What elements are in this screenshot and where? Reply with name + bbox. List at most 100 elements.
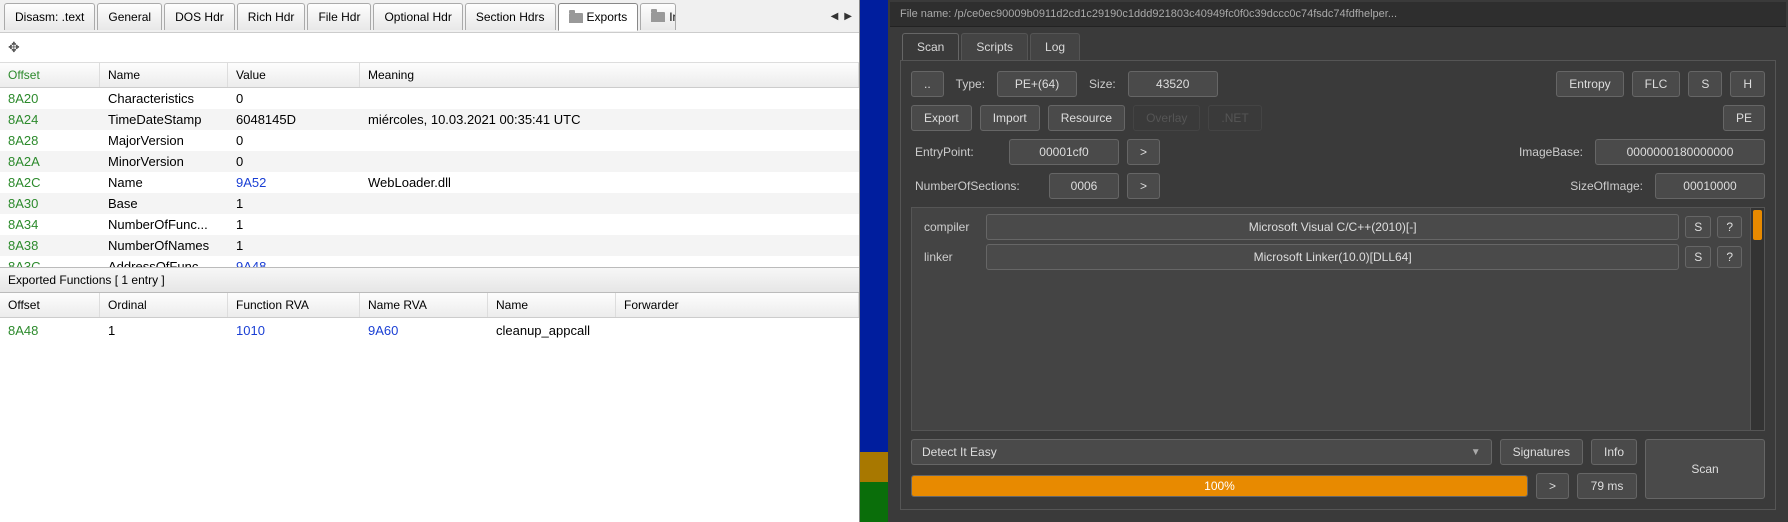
engine-select[interactable]: Detect It Easy ▼ <box>911 439 1492 465</box>
cell-name: Base <box>100 193 228 214</box>
detections-scrollbar[interactable] <box>1750 208 1764 430</box>
detection-kind: compiler <box>920 220 980 234</box>
table-row[interactable]: 8A28MajorVersion0 <box>0 130 859 151</box>
cell-meaning <box>360 193 859 214</box>
tab-scroll-left-icon[interactable]: ◀ <box>828 7 842 26</box>
table-row[interactable]: 8A2CName9A52WebLoader.dll <box>0 172 859 193</box>
cell-name: TimeDateStamp <box>100 109 228 130</box>
cell-value: 1 <box>228 235 360 256</box>
scan-progress: 100% <box>911 475 1528 497</box>
cell-offset: 8A20 <box>0 88 100 109</box>
detection-s-button[interactable]: S <box>1685 246 1711 268</box>
import-button[interactable]: Import <box>980 105 1040 131</box>
progress-go-button[interactable]: > <box>1536 473 1569 499</box>
detection-s-button[interactable]: S <box>1685 216 1711 238</box>
col2-name[interactable]: Name <box>488 293 616 317</box>
table-row[interactable]: 8A20Characteristics0 <box>0 88 859 109</box>
entrypoint-label: EntryPoint: <box>911 145 1001 159</box>
entropy-strip <box>860 0 888 522</box>
info-button[interactable]: Info <box>1591 439 1637 465</box>
tab-disasm[interactable]: Disasm: .text <box>4 3 95 30</box>
cell-value: 0 <box>228 151 360 172</box>
col2-frva[interactable]: Function RVA <box>228 293 360 317</box>
cell-name: NumberOfNames <box>100 235 228 256</box>
tab-scroll-right-icon[interactable]: ▶ <box>841 7 855 26</box>
cell-name: MinorVersion <box>100 151 228 172</box>
cell-offset: 8A34 <box>0 214 100 235</box>
scan-button[interactable]: Scan <box>1645 439 1765 499</box>
pe-button[interactable]: PE <box>1723 105 1765 131</box>
cell-value: 1 <box>228 214 360 235</box>
cell-ordinal: 1 <box>100 318 228 343</box>
cell-meaning <box>360 88 859 109</box>
tab-dos-hdr[interactable]: DOS Hdr <box>164 3 235 30</box>
detection-text[interactable]: Microsoft Linker(10.0)[DLL64] <box>986 244 1679 270</box>
sizeimg-label: SizeOfImage: <box>1566 179 1647 193</box>
cell-value: 1 <box>228 193 360 214</box>
table-row[interactable]: 8A48110109A60cleanup_appcall <box>0 318 859 343</box>
table-row[interactable]: 8A2AMinorVersion0 <box>0 151 859 172</box>
type-value: PE+(64) <box>997 71 1077 97</box>
sizeimg-value: 00010000 <box>1655 173 1765 199</box>
move-icon[interactable]: ✥ <box>8 39 20 55</box>
table-row[interactable]: 8A24TimeDateStamp6048145Dmiércoles, 10.0… <box>0 109 859 130</box>
cell-value: 9A48 <box>228 256 360 267</box>
tab-exports[interactable]: Exports <box>558 3 639 31</box>
col-name[interactable]: Name <box>100 63 228 87</box>
tab-section-hdrs[interactable]: Section Hdrs <box>465 3 556 30</box>
signatures-button[interactable]: Signatures <box>1500 439 1583 465</box>
col2-offset[interactable]: Offset <box>0 293 100 317</box>
col-offset[interactable]: Offset <box>0 63 100 87</box>
cell-meaning: miércoles, 10.03.2021 00:35:41 UTC <box>360 109 859 130</box>
detection-text[interactable]: Microsoft Visual C/C++(2010)[-] <box>986 214 1679 240</box>
h-button[interactable]: H <box>1730 71 1765 97</box>
pe-tabs: Disasm: .text General DOS Hdr Rich Hdr F… <box>0 0 859 33</box>
detection-help-button[interactable]: ? <box>1717 216 1742 238</box>
exports-header-grid: Offset Name Value Meaning 8A20Characteri… <box>0 63 859 267</box>
resource-button[interactable]: Resource <box>1048 105 1125 131</box>
entropy-button[interactable]: Entropy <box>1556 71 1623 97</box>
tab-optional-hdr[interactable]: Optional Hdr <box>373 3 462 30</box>
tab-scripts[interactable]: Scripts <box>961 33 1028 60</box>
tab-imports-truncated[interactable]: Im <box>640 3 676 30</box>
detection-kind: linker <box>920 250 980 264</box>
col-meaning[interactable]: Meaning <box>360 63 859 87</box>
tab-rich-hdr[interactable]: Rich Hdr <box>237 3 306 30</box>
folder-icon <box>651 12 665 22</box>
tab-scan[interactable]: Scan <box>902 33 959 60</box>
size-label: Size: <box>1085 77 1120 91</box>
table-row[interactable]: 8A38NumberOfNames1 <box>0 235 859 256</box>
cell-name: MajorVersion <box>100 130 228 151</box>
s-button[interactable]: S <box>1688 71 1722 97</box>
col2-forwarder[interactable]: Forwarder <box>616 293 859 317</box>
detections-table: compiler Microsoft Visual C/C++(2010)[-] S… <box>911 207 1765 431</box>
export-button[interactable]: Export <box>911 105 972 131</box>
tab-general[interactable]: General <box>97 3 162 30</box>
table-row[interactable]: 8A30Base1 <box>0 193 859 214</box>
flc-button[interactable]: FLC <box>1632 71 1681 97</box>
tab-file-hdr[interactable]: File Hdr <box>307 3 371 30</box>
sections-go-button[interactable]: > <box>1127 173 1160 199</box>
cell-name: NumberOfFunc... <box>100 214 228 235</box>
up-button[interactable]: .. <box>911 71 944 97</box>
cell-offset: 8A38 <box>0 235 100 256</box>
entrypoint-go-button[interactable]: > <box>1127 139 1160 165</box>
cell-function-rva: 1010 <box>228 318 360 343</box>
detection-row: compiler Microsoft Visual C/C++(2010)[-] S… <box>916 212 1746 242</box>
cell-offset: 8A2A <box>0 151 100 172</box>
col2-nrva[interactable]: Name RVA <box>360 293 488 317</box>
tab-log[interactable]: Log <box>1030 33 1080 60</box>
table-row[interactable]: 8A3CAddressOfFunc...9A48 <box>0 256 859 267</box>
col2-ordinal[interactable]: Ordinal <box>100 293 228 317</box>
cell-meaning <box>360 235 859 256</box>
col-value[interactable]: Value <box>228 63 360 87</box>
chevron-down-icon: ▼ <box>1471 447 1481 458</box>
cell-offset: 8A24 <box>0 109 100 130</box>
cell-meaning <box>360 256 859 267</box>
cell-offset: 8A2C <box>0 172 100 193</box>
table-row[interactable]: 8A34NumberOfFunc...1 <box>0 214 859 235</box>
overlay-button: Overlay <box>1133 105 1200 131</box>
detection-help-button[interactable]: ? <box>1717 246 1742 268</box>
exported-functions-title: Exported Functions [ 1 entry ] <box>0 267 859 293</box>
cell-value: 0 <box>228 88 360 109</box>
